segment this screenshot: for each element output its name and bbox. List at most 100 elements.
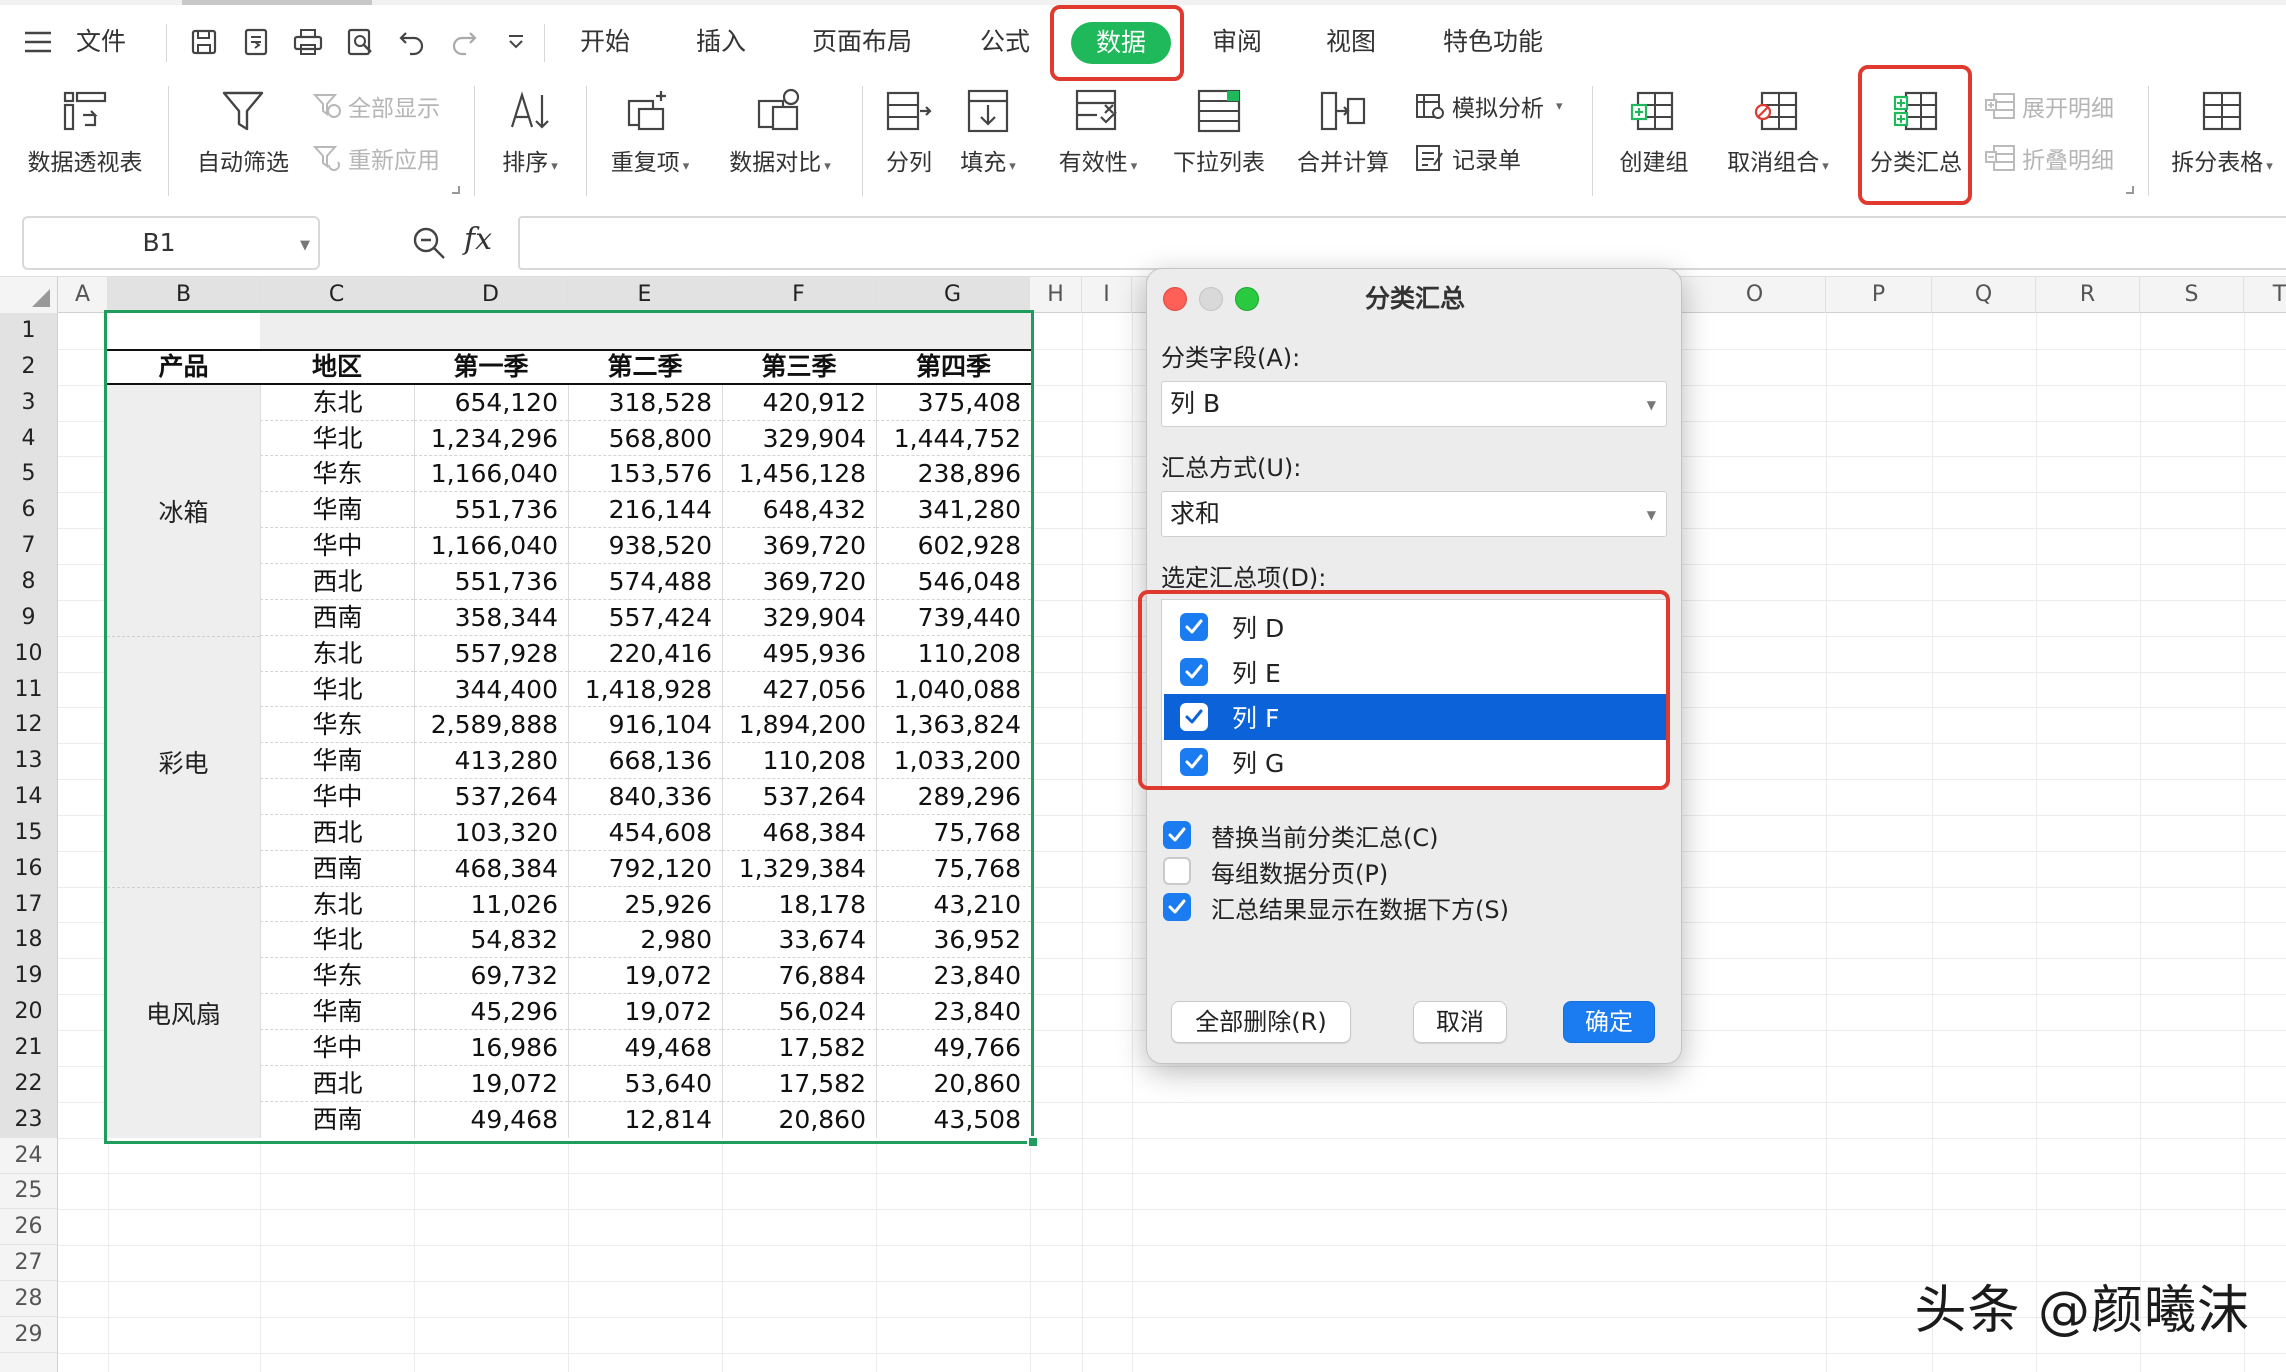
create-group-button[interactable]: 创建组 bbox=[1604, 82, 1704, 178]
value-cell[interactable]: 916,104 bbox=[568, 707, 722, 743]
table-header-cell[interactable]: 第一季 bbox=[414, 349, 568, 385]
value-cell[interactable]: 557,928 bbox=[414, 636, 568, 672]
value-cell[interactable]: 43,210 bbox=[876, 887, 1031, 922]
value-cell[interactable]: 537,264 bbox=[414, 779, 568, 815]
value-cell[interactable]: 668,136 bbox=[568, 743, 722, 779]
row-header[interactable]: 7 bbox=[0, 528, 57, 564]
column-header[interactable]: R bbox=[2036, 277, 2140, 313]
value-cell[interactable]: 1,234,296 bbox=[414, 421, 568, 456]
row-header[interactable]: 25 bbox=[0, 1173, 57, 1209]
expand-detail-button[interactable]: 展开明细 bbox=[1984, 89, 2114, 123]
value-cell[interactable]: 1,894,200 bbox=[722, 707, 876, 743]
value-cell[interactable]: 110,208 bbox=[876, 636, 1031, 672]
cancel-button[interactable]: 取消 bbox=[1413, 1001, 1507, 1043]
row-header[interactable]: 28 bbox=[0, 1281, 57, 1317]
outline-group-launcher[interactable] bbox=[2126, 186, 2134, 194]
column-header[interactable]: P bbox=[1826, 277, 1932, 313]
value-cell[interactable]: 454,608 bbox=[568, 815, 722, 851]
value-cell[interactable]: 602,928 bbox=[876, 528, 1031, 564]
row-header[interactable]: 21 bbox=[0, 1030, 57, 1066]
tab-special-features[interactable]: 特色功能 bbox=[1443, 22, 1543, 62]
value-cell[interactable]: 546,048 bbox=[876, 564, 1031, 600]
value-cell[interactable]: 103,320 bbox=[414, 815, 568, 851]
duplicates-button[interactable]: 重复项 ▾ bbox=[598, 82, 702, 182]
value-cell[interactable]: 574,488 bbox=[568, 564, 722, 600]
value-cell[interactable]: 49,468 bbox=[568, 1030, 722, 1066]
row-header[interactable]: 4 bbox=[0, 421, 57, 457]
value-cell[interactable]: 1,166,040 bbox=[414, 528, 568, 564]
value-cell[interactable]: 16,986 bbox=[414, 1030, 568, 1066]
value-cell[interactable]: 420,912 bbox=[722, 385, 876, 421]
column-header[interactable]: H bbox=[1030, 277, 1082, 313]
region-cell[interactable]: 华北 bbox=[260, 421, 414, 456]
value-cell[interactable]: 49,766 bbox=[876, 1030, 1031, 1066]
value-cell[interactable]: 1,166,040 bbox=[414, 456, 568, 492]
region-cell[interactable]: 华东 bbox=[260, 958, 414, 994]
reapply-button[interactable]: 重新应用 bbox=[312, 141, 440, 175]
pivot-table-button[interactable]: 数据透视表 bbox=[22, 82, 148, 178]
row-header[interactable]: 6 bbox=[0, 492, 57, 528]
print-preview-icon[interactable] bbox=[340, 22, 380, 62]
value-cell[interactable]: 23,840 bbox=[876, 994, 1031, 1030]
row-header[interactable]: 17 bbox=[0, 887, 57, 923]
row-header[interactable]: 20 bbox=[0, 994, 57, 1030]
region-cell[interactable]: 华东 bbox=[260, 707, 414, 743]
row-header[interactable]: 27 bbox=[0, 1245, 57, 1281]
fill-button[interactable]: 填充 ▾ bbox=[950, 82, 1026, 182]
value-cell[interactable]: 551,736 bbox=[414, 564, 568, 600]
value-cell[interactable]: 17,582 bbox=[722, 1030, 876, 1066]
value-cell[interactable]: 648,432 bbox=[722, 492, 876, 528]
value-cell[interactable]: 289,296 bbox=[876, 779, 1031, 815]
collapse-detail-button[interactable]: 折叠明细 bbox=[1984, 141, 2114, 175]
value-cell[interactable]: 153,576 bbox=[568, 456, 722, 492]
value-cell[interactable]: 1,329,384 bbox=[722, 851, 876, 887]
value-cell[interactable]: 840,336 bbox=[568, 779, 722, 815]
value-cell[interactable]: 369,720 bbox=[722, 528, 876, 564]
value-cell[interactable]: 341,280 bbox=[876, 492, 1031, 528]
value-cell[interactable]: 938,520 bbox=[568, 528, 722, 564]
record-form-button[interactable]: 记录单 bbox=[1414, 141, 1521, 175]
value-cell[interactable]: 19,072 bbox=[568, 994, 722, 1030]
column-header[interactable]: D bbox=[414, 277, 568, 313]
product-merged-cell[interactable]: 冰箱 bbox=[107, 385, 260, 636]
split-table-button[interactable]: 拆分表格 ▾ bbox=[2162, 82, 2282, 182]
value-cell[interactable]: 11,026 bbox=[414, 887, 568, 922]
value-cell[interactable]: 20,860 bbox=[722, 1102, 876, 1138]
option-checkbox[interactable]: 替换当前分类汇总(C) bbox=[1163, 815, 1438, 855]
value-cell[interactable]: 1,456,128 bbox=[722, 456, 876, 492]
value-cell[interactable]: 358,344 bbox=[414, 600, 568, 636]
value-cell[interactable]: 33,674 bbox=[722, 922, 876, 958]
column-header[interactable]: G bbox=[876, 277, 1030, 313]
table-header-cell[interactable]: 地区 bbox=[260, 349, 414, 385]
autofilter-button[interactable]: 自动筛选 bbox=[190, 82, 296, 178]
value-cell[interactable]: 468,384 bbox=[722, 815, 876, 851]
row-header[interactable]: 9 bbox=[0, 600, 57, 636]
selected-row-1[interactable] bbox=[260, 313, 1031, 349]
value-cell[interactable]: 1,040,088 bbox=[876, 672, 1031, 707]
value-cell[interactable]: 2,980 bbox=[568, 922, 722, 958]
region-cell[interactable]: 华北 bbox=[260, 922, 414, 958]
region-cell[interactable]: 东北 bbox=[260, 636, 414, 672]
value-cell[interactable]: 19,072 bbox=[568, 958, 722, 994]
print-icon[interactable] bbox=[288, 22, 328, 62]
region-cell[interactable]: 西南 bbox=[260, 851, 414, 887]
value-cell[interactable]: 17,582 bbox=[722, 1066, 876, 1102]
checkbox-icon[interactable] bbox=[1163, 821, 1191, 849]
region-cell[interactable]: 东北 bbox=[260, 385, 414, 421]
column-header[interactable]: Q bbox=[1932, 277, 2036, 313]
column-header[interactable]: T bbox=[2244, 277, 2286, 313]
value-cell[interactable]: 1,363,824 bbox=[876, 707, 1031, 743]
column-header[interactable]: A bbox=[58, 277, 108, 313]
hamburger-menu-icon[interactable] bbox=[18, 22, 58, 62]
value-cell[interactable]: 329,904 bbox=[722, 600, 876, 636]
remove-all-button[interactable]: 全部删除(R) bbox=[1171, 1001, 1351, 1043]
ok-button[interactable]: 确定 bbox=[1563, 1001, 1655, 1043]
value-cell[interactable]: 216,144 bbox=[568, 492, 722, 528]
value-cell[interactable]: 220,416 bbox=[568, 636, 722, 672]
value-cell[interactable]: 69,732 bbox=[414, 958, 568, 994]
value-cell[interactable]: 329,904 bbox=[722, 421, 876, 456]
value-cell[interactable]: 792,120 bbox=[568, 851, 722, 887]
value-cell[interactable]: 75,768 bbox=[876, 851, 1031, 887]
row-header[interactable]: 3 bbox=[0, 385, 57, 421]
column-header[interactable]: C bbox=[260, 277, 414, 313]
